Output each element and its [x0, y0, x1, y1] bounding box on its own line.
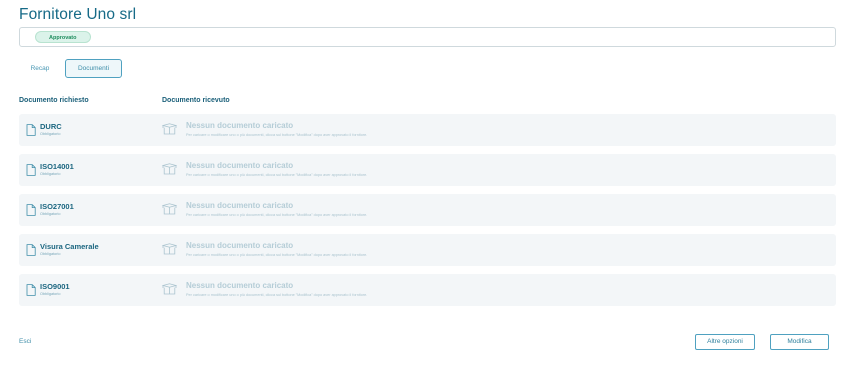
document-name: Visura Camerale: [40, 242, 99, 251]
document-name: ISO27001: [40, 202, 74, 211]
document-icon: [26, 204, 36, 216]
document-name: ISO9001: [40, 282, 70, 291]
empty-status-title: Nessun documento caricato: [186, 241, 294, 250]
empty-box-icon: [162, 163, 177, 175]
empty-box-icon: [162, 283, 177, 295]
document-icon: [26, 124, 36, 136]
exit-link[interactable]: Esci: [19, 338, 31, 345]
document-row-iso27001: ISO27001 Obbligatorio Nessun documento c…: [19, 194, 836, 226]
more-options-button[interactable]: Altre opzioni: [695, 334, 755, 350]
document-row-visura-camerale: Visura Camerale Obbligatorio Nessun docu…: [19, 234, 836, 266]
column-header-requested: Documento richiesto: [19, 97, 89, 104]
status-badge: Approvato: [35, 31, 91, 43]
empty-box-icon: [162, 203, 177, 215]
empty-status-title: Nessun documento caricato: [186, 201, 294, 210]
document-icon: [26, 244, 36, 256]
empty-status-description: Per caricare o modificare uno o più docu…: [186, 293, 368, 297]
document-row-durc: DURC Obbligatorio Nessun documento caric…: [19, 114, 836, 146]
empty-status-description: Per caricare o modificare uno o più docu…: [186, 213, 368, 217]
document-name: DURC: [40, 122, 62, 131]
empty-status-title: Nessun documento caricato: [186, 281, 294, 290]
empty-status-title: Nessun documento caricato: [186, 121, 294, 130]
document-icon: [26, 284, 36, 296]
document-requirement: Obbligatorio: [40, 212, 61, 216]
tab-documenti[interactable]: Documenti: [65, 59, 122, 78]
empty-status-description: Per caricare o modificare uno o più docu…: [186, 173, 368, 177]
empty-status-description: Per caricare o modificare uno o più docu…: [186, 133, 368, 137]
empty-status-description: Per caricare o modificare uno o più docu…: [186, 253, 368, 257]
status-panel: Approvato: [19, 27, 836, 47]
document-row-iso14001: ISO14001 Obbligatorio Nessun documento c…: [19, 154, 836, 186]
document-requirement: Obbligatorio: [40, 172, 61, 176]
document-name: ISO14001: [40, 162, 74, 171]
tab-recap[interactable]: Recap: [23, 60, 57, 78]
document-requirement: Obbligatorio: [40, 252, 61, 256]
document-requirement: Obbligatorio: [40, 132, 61, 136]
empty-status-title: Nessun documento caricato: [186, 161, 294, 170]
empty-box-icon: [162, 243, 177, 255]
edit-button[interactable]: Modifica: [770, 334, 829, 350]
document-icon: [26, 164, 36, 176]
document-requirement: Obbligatorio: [40, 292, 61, 296]
empty-box-icon: [162, 123, 177, 135]
page-title: Fornitore Uno srl: [19, 6, 137, 23]
document-row-iso9001: ISO9001 Obbligatorio Nessun documento ca…: [19, 274, 836, 306]
column-header-received: Documento ricevuto: [162, 97, 230, 104]
